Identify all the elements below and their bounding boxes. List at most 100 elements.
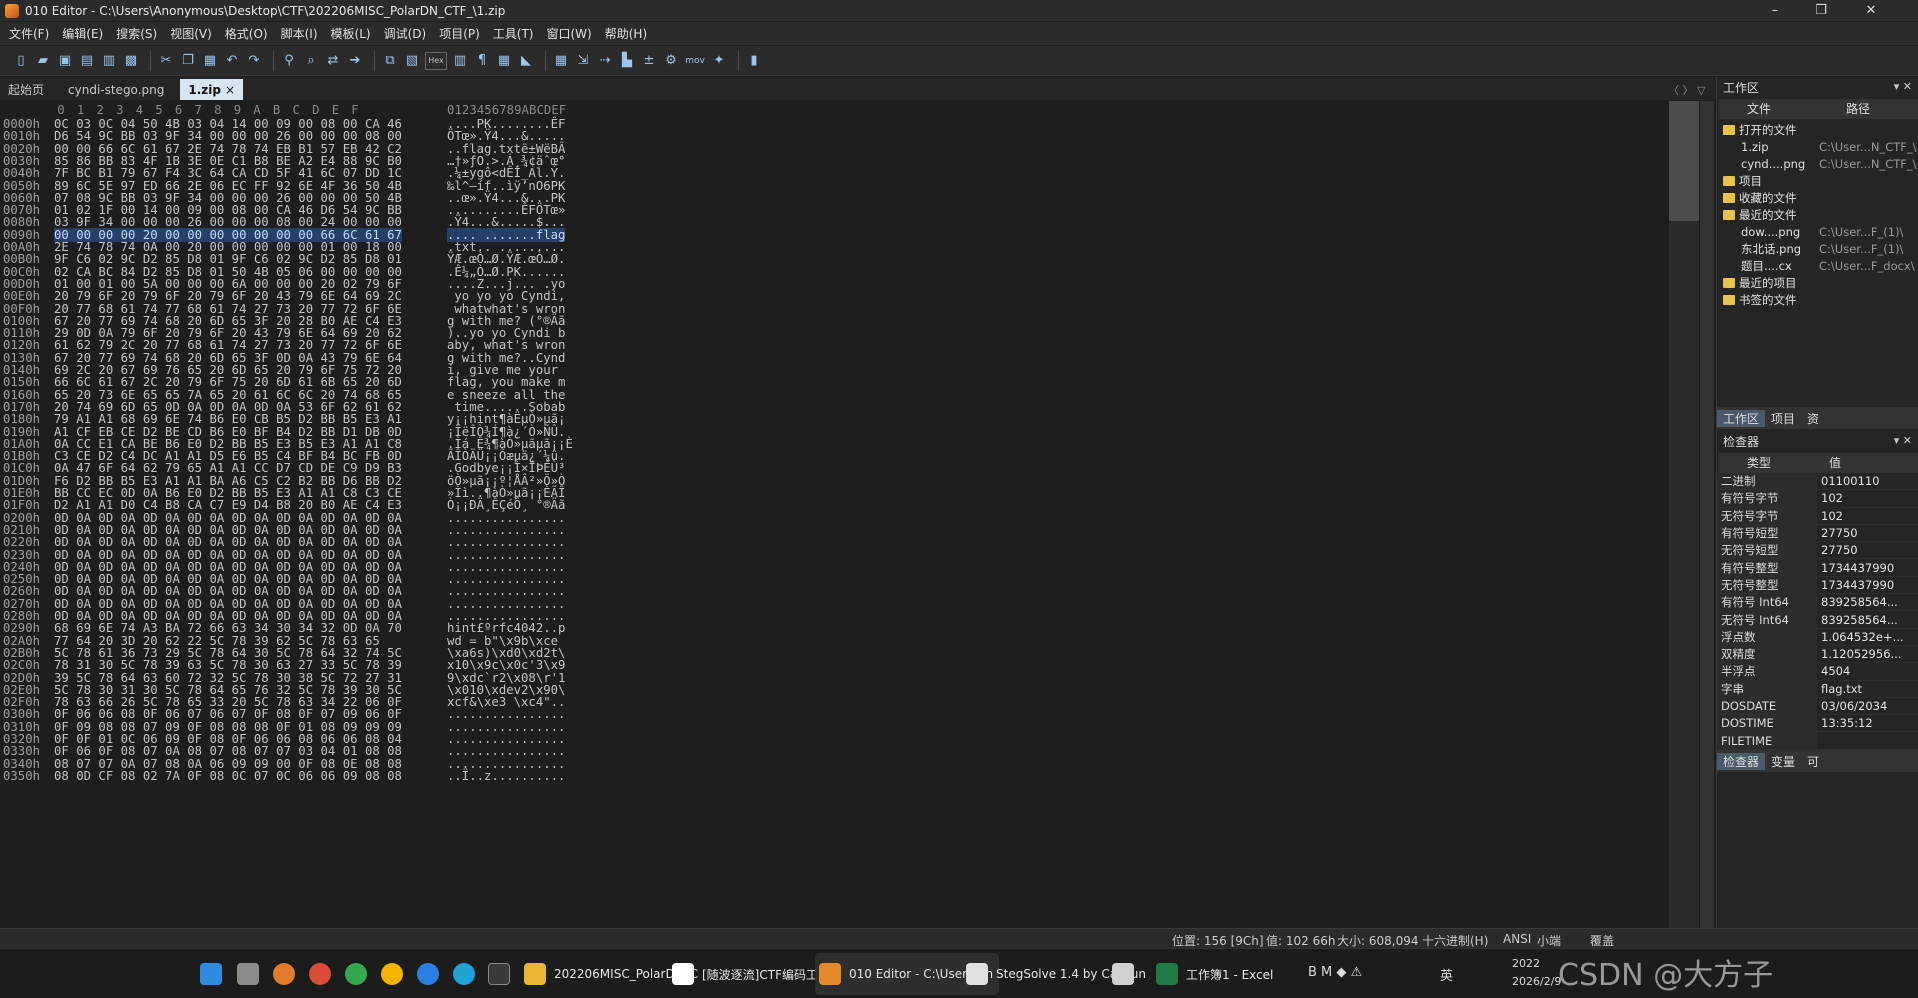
tree-item[interactable]: cynd....png C:\User...N_CTF_\ — [1717, 155, 1918, 172]
open-folder-icon[interactable]: ▰ — [34, 52, 52, 70]
status-endian[interactable]: 小端 — [1537, 932, 1561, 949]
inspector-row[interactable]: 无符号字节 102 — [1717, 507, 1918, 525]
menu-item-3[interactable]: 视图(V) — [165, 25, 217, 42]
find-icon[interactable]: ⚲ — [280, 52, 298, 70]
status-mode[interactable]: 十六进制(H) — [1422, 932, 1488, 949]
path-column-header[interactable]: 路径 — [1799, 99, 1917, 119]
clock-time[interactable]: 2022 — [1512, 957, 1540, 970]
inspector-row[interactable]: 二进制 01100110 — [1717, 473, 1918, 491]
start-icon[interactable] — [200, 963, 222, 985]
type-column-header[interactable]: 类型 — [1719, 453, 1799, 473]
taskbar-app-1[interactable]: [随波逐流]CTF编码工具 — [668, 953, 836, 995]
row-ascii[interactable]: ..Ï..z.......... — [447, 769, 565, 783]
tree-item[interactable]: 题目....cx C:\User...F_docx\ — [1717, 257, 1918, 274]
inspector-row[interactable]: 字串 flag.txt — [1717, 680, 1918, 698]
tab-1[interactable]: cyndi-stego.png — [60, 79, 172, 100]
chrome-alt-icon[interactable] — [345, 963, 367, 985]
inspector-tab-1[interactable]: 变量 — [1765, 753, 1801, 770]
inspector-row[interactable]: 双精度 1.12052956... — [1717, 645, 1918, 664]
tree-item[interactable]: 书签的文件 — [1717, 291, 1918, 308]
mov-icon[interactable]: mov — [684, 52, 706, 70]
goto-icon[interactable]: ➔ — [346, 52, 364, 70]
file-column-header[interactable]: 文件 — [1719, 99, 1799, 119]
menu-item-1[interactable]: 编辑(E) — [57, 25, 108, 42]
status-encoding[interactable]: ANSI — [1503, 932, 1531, 946]
inspector-row[interactable]: 有符号 Int64 839258564... — [1717, 594, 1918, 612]
search-icon[interactable] — [273, 963, 295, 985]
menu-item-2[interactable]: 搜索(S) — [111, 25, 162, 42]
tab-0[interactable]: 起始页 — [0, 79, 52, 100]
redo-icon[interactable]: ↷ — [245, 52, 263, 70]
task-view-icon[interactable] — [237, 963, 259, 985]
maximize-button[interactable]: ❐ — [1798, 0, 1844, 21]
workspace-tab-0[interactable]: 工作区 — [1717, 409, 1766, 427]
copy-icon[interactable]: ❐ — [179, 52, 197, 70]
minimap-thumb[interactable] — [1669, 101, 1699, 221]
find-in-files-icon[interactable]: ⌕ — [302, 52, 320, 70]
inspector-row[interactable]: 无符号 Int64 839258564... — [1717, 611, 1918, 629]
hex-row[interactable]: 0350h 08 0D CF 08 02 7A 0F 08 0C 07 0C 06… — [0, 769, 565, 784]
inspector-row[interactable]: 有符号短型 27750 — [1717, 524, 1918, 543]
tab-navigation[interactable]: 〈 〉 ▽ — [1668, 82, 1705, 98]
script-icon[interactable]: ⚙ — [662, 52, 680, 70]
save-icon[interactable]: ▣ — [56, 52, 74, 70]
open-workspace-icon[interactable]: ▩ — [122, 52, 140, 70]
inspector-row[interactable]: DOSTIME 13:35:12 — [1717, 715, 1918, 733]
clock-date[interactable]: 2026/2/9 — [1512, 975, 1561, 988]
tree-item[interactable]: 最近的项目 — [1717, 274, 1918, 291]
inspector-row[interactable]: 浮点数 1.064532e+... — [1717, 628, 1918, 646]
status-overwrite[interactable]: 覆盖 — [1590, 932, 1614, 949]
edge-icon[interactable] — [453, 963, 475, 985]
input-language[interactable]: 英 — [1440, 965, 1453, 984]
inspector-row[interactable]: FILETIME — [1717, 732, 1918, 750]
tab-close-icon[interactable]: × — [225, 83, 235, 97]
firefox-icon[interactable] — [417, 963, 439, 985]
tree-item[interactable]: 最近的文件 — [1717, 206, 1918, 223]
new-file-icon[interactable]: ▯ — [12, 52, 30, 70]
save-as-icon[interactable]: ▤ — [78, 52, 96, 70]
tool-icon[interactable]: ✦ — [710, 52, 728, 70]
highlight-icon[interactable]: ◣ — [517, 52, 535, 70]
checksum-icon[interactable]: ± — [640, 52, 658, 70]
menu-item-10[interactable]: 窗口(W) — [542, 25, 597, 42]
vertical-scrollbar[interactable] — [1700, 101, 1714, 928]
tree-item[interactable]: 收藏的文件 — [1717, 189, 1918, 206]
hex-icon[interactable]: Hex — [425, 51, 447, 70]
pause-icon[interactable]: ▮ — [745, 52, 763, 70]
menu-item-8[interactable]: 项目(P) — [434, 25, 485, 42]
compare-icon[interactable]: ⧉ — [381, 52, 399, 70]
save-all-icon[interactable]: ▥ — [100, 52, 118, 70]
terminal-icon[interactable] — [488, 963, 510, 985]
workspace-tab-1[interactable]: 项目 — [1765, 410, 1801, 427]
hex-editor[interactable]: 0123456789ABCDEF 0123456789ABCDEF 0000h 0… — [0, 101, 1700, 928]
menu-item-4[interactable]: 格式(O) — [220, 25, 273, 42]
tree-item[interactable]: 1.zip C:\User...N_CTF_\ — [1717, 138, 1918, 155]
close-window-button[interactable]: ✕ — [1848, 0, 1894, 21]
workspace-tab-2[interactable]: 资 — [1801, 410, 1825, 427]
export-icon[interactable]: ⇢ — [596, 52, 614, 70]
undo-icon[interactable]: ↶ — [223, 52, 241, 70]
inspector-tab-0[interactable]: 检查器 — [1717, 752, 1766, 770]
inspector-row[interactable]: 半浮点 4504 — [1717, 663, 1918, 681]
tree-item[interactable]: 东北话.png C:\User...F_(1)\ — [1717, 240, 1918, 257]
tree-item[interactable]: 项目 — [1717, 172, 1918, 189]
menu-item-0[interactable]: 文件(F) — [4, 25, 54, 42]
taskbar-app-4[interactable] — [1108, 953, 1148, 995]
chrome-icon[interactable] — [309, 963, 331, 985]
browser-icon[interactable] — [381, 963, 403, 985]
inspector-row[interactable]: DOSDATE 03/06/2034 — [1717, 697, 1918, 716]
menu-item-7[interactable]: 调试(D) — [379, 25, 432, 42]
menu-item-9[interactable]: 工具(T) — [488, 25, 539, 42]
workspace-controls[interactable]: ▾ ✕ — [1894, 80, 1912, 93]
taskbar-app-5[interactable]: 工作簿1 - Excel — [1152, 953, 1279, 995]
inspector-row[interactable]: 无符号整型 1734437990 — [1717, 576, 1918, 595]
histogram-icon[interactable]: ▙ — [618, 52, 636, 70]
grid-icon[interactable]: ▦ — [495, 52, 513, 70]
cut-icon[interactable]: ✂ — [157, 52, 175, 70]
columns-icon[interactable]: ▥ — [451, 52, 469, 70]
replace-icon[interactable]: ⇄ — [324, 52, 342, 70]
template-icon[interactable]: ▧ — [403, 52, 421, 70]
import-icon[interactable]: ⇲ — [574, 52, 592, 70]
minimap[interactable] — [1669, 101, 1699, 928]
value-column-header[interactable]: 值 — [1801, 453, 1869, 473]
